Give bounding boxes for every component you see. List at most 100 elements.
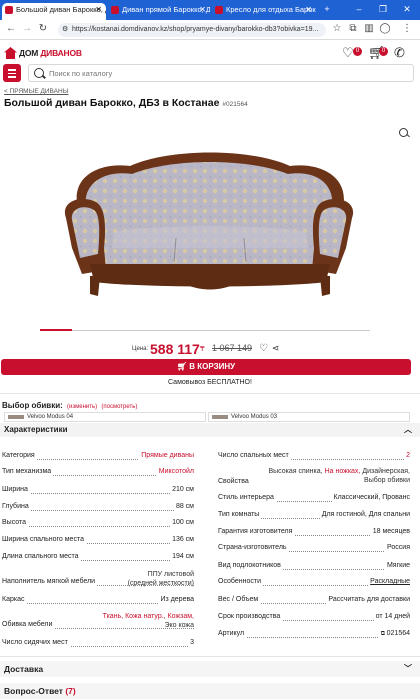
spec-row: Особенности Раскладные [218,577,410,587]
phone-icon[interactable]: ✆ [394,46,410,60]
fabric-swatch [212,415,228,419]
spec-label: Число спальных мест [218,451,291,461]
article-number: 021564 [386,630,410,637]
browser-tab-1[interactable]: Большой диван Барокко, Д ✕ [2,3,106,20]
reload-icon[interactable]: ↻ [36,22,50,36]
cart-count-badge: 0 [379,47,388,56]
currency-symbol: ₸ [200,346,205,353]
spec-row: Ширина 210 см [2,485,194,495]
spec-label: Срок производства [218,612,283,622]
new-tab-button[interactable]: + [318,3,336,15]
browser-tab-2[interactable]: Диван прямой Барокко, Д ✕ [108,3,210,20]
search-icon[interactable] [34,68,44,78]
forward-icon[interactable]: → [20,22,34,36]
spec-row: Число сидячих мест 3 [2,638,194,648]
share-icon[interactable]: ⋖ [272,343,280,354]
spec-value[interactable]: Рассчитать для доставки [326,595,410,605]
spec-value-multiline: Высокая спинка, На ножках, Дизайнерская,… [250,467,410,485]
change-upholstery-link[interactable]: (изменить) [67,404,97,410]
site-favicon-icon [5,6,13,14]
spec-row: Тип комнаты Для гостиной, Для спальни [218,510,410,520]
add-to-cart-button[interactable]: 🛒︎ В КОРЗИНУ [1,359,411,375]
spec-value: 18 месяцев [370,527,410,537]
chevron-up-icon[interactable]: ︿ [404,423,412,437]
close-tab-icon[interactable]: ✕ [305,3,312,17]
maximize-button[interactable]: ❐ [374,3,392,15]
spec-value: 3 [188,638,194,648]
back-icon[interactable]: ← [4,22,18,36]
spec-value: ⧉ 021564 [378,629,410,639]
spec-value[interactable]: Прямые диваны [139,451,194,461]
logo-prefix: ДОМ [19,48,39,58]
cart-button-label: В КОРЗИНУ [189,362,236,371]
spec-row: Высота 100 см [2,518,194,528]
qa-count: (7) [65,686,76,696]
spec-label: Глубина [2,502,31,512]
upholstery-heading: Выбор обивки: (изменить) (посмотреть) [2,401,137,410]
spec-value-line: Высокая спинка, На ножках, Дизайнерская, [250,467,410,476]
close-tab-icon[interactable]: ✕ [95,3,102,17]
add-to-favorites-heart-icon[interactable]: ♡ [259,343,268,354]
spec-row: Длина спального места 194 см [2,552,194,562]
minimize-button[interactable]: – [350,3,368,15]
extensions-icon[interactable]: ⧉ [346,22,360,36]
spec-row: Категория Прямые диваны [2,451,194,461]
url-field[interactable]: ⚙ https://kostanai.domdivanov.kz/shop/pr… [58,23,326,37]
logo-text: ДОМ ДИВАНОВ [19,48,82,58]
close-tab-icon[interactable]: ✕ [199,3,206,17]
hamburger-line [8,69,16,71]
chevron-down-icon[interactable]: ﹀ [404,661,412,677]
spec-value: Из дерева [158,595,194,605]
spec-value-link[interactable]: На ножках, [325,468,361,475]
divider [0,656,420,657]
spec-value[interactable]: Раскладные [368,577,410,587]
spec-value-part: Высокая спинка, [268,468,323,475]
menu-button[interactable] [3,64,21,82]
spec-value: Мягкие [384,561,410,571]
browser-menu-icon[interactable]: ⋮ [400,22,414,36]
address-bar: ← → ↻ ⚙ https://kostanai.domdivanov.kz/s… [0,20,420,40]
gallery-progress-track[interactable] [40,330,370,331]
fabric-name: Velvoo Modus 04 [27,414,74,420]
favorites-count-badge: 0 [353,47,362,56]
search-input[interactable] [49,67,349,79]
site-logo[interactable]: ДОМ ДИВАНОВ [4,46,82,60]
close-window-button[interactable]: ✕ [398,3,416,15]
spec-label: Ширина [2,485,30,495]
spec-label: Число сидячих мест [2,638,70,648]
qa-section-header[interactable]: Вопрос-Ответ (7) [0,683,420,699]
product-photo[interactable] [60,136,358,300]
fabric-option-2[interactable]: Velvoo Modus 03 [208,412,410,422]
spec-value: 136 см [170,535,194,545]
site-info-icon[interactable]: ⚙ [62,23,68,37]
site-favicon-icon [215,6,223,14]
fabric-option-1[interactable]: Velvoo Modus 04 [4,412,206,422]
old-price: 1 067 149 [212,343,253,353]
browser-tab-3[interactable]: Кресло для отдыха Бароккс ✕ [212,3,316,20]
characteristics-header[interactable]: Характеристики ︿ [0,423,420,437]
spec-label: Ширина спального места [2,535,86,545]
spec-label: Тип комнаты [218,510,262,520]
spec-label: Страна-изготовитель [218,543,289,553]
spec-label: Артикул [218,629,247,639]
spec-label: Свойства [218,477,251,487]
spec-value[interactable]: Миксотойл [156,467,194,477]
spec-label: Вид подлокотников [218,561,283,571]
spec-value[interactable]: 2 [404,451,410,461]
spec-row: Срок производства от 14 дней [218,612,410,622]
profile-icon[interactable]: ◯ [378,22,392,36]
view-upholstery-link[interactable]: (посмотреть) [101,404,137,410]
spec-label: Тип механизма [2,467,54,477]
bookmark-star-icon[interactable]: ☆ [330,22,344,36]
split-view-icon[interactable]: ▥ [362,22,376,36]
breadcrumb[interactable]: < ПРЯМЫЕ ДИВАНЫ [4,88,68,95]
spec-value-multiline[interactable]: ППУ листовой (средней жесткости) [128,570,194,588]
fabric-swatch [8,415,24,419]
spec-value: Классический, Прованс [331,493,410,503]
delivery-section-header[interactable]: Доставка ﹀ [0,661,420,677]
tab-label: Диван прямой Барокко, Д [122,5,210,14]
site-favicon-icon [111,6,119,14]
zoom-icon[interactable] [399,128,408,137]
spec-value-line[interactable]: Ткань, Кожа натур., Кожзам, [103,612,194,621]
house-logo-icon [4,47,17,59]
